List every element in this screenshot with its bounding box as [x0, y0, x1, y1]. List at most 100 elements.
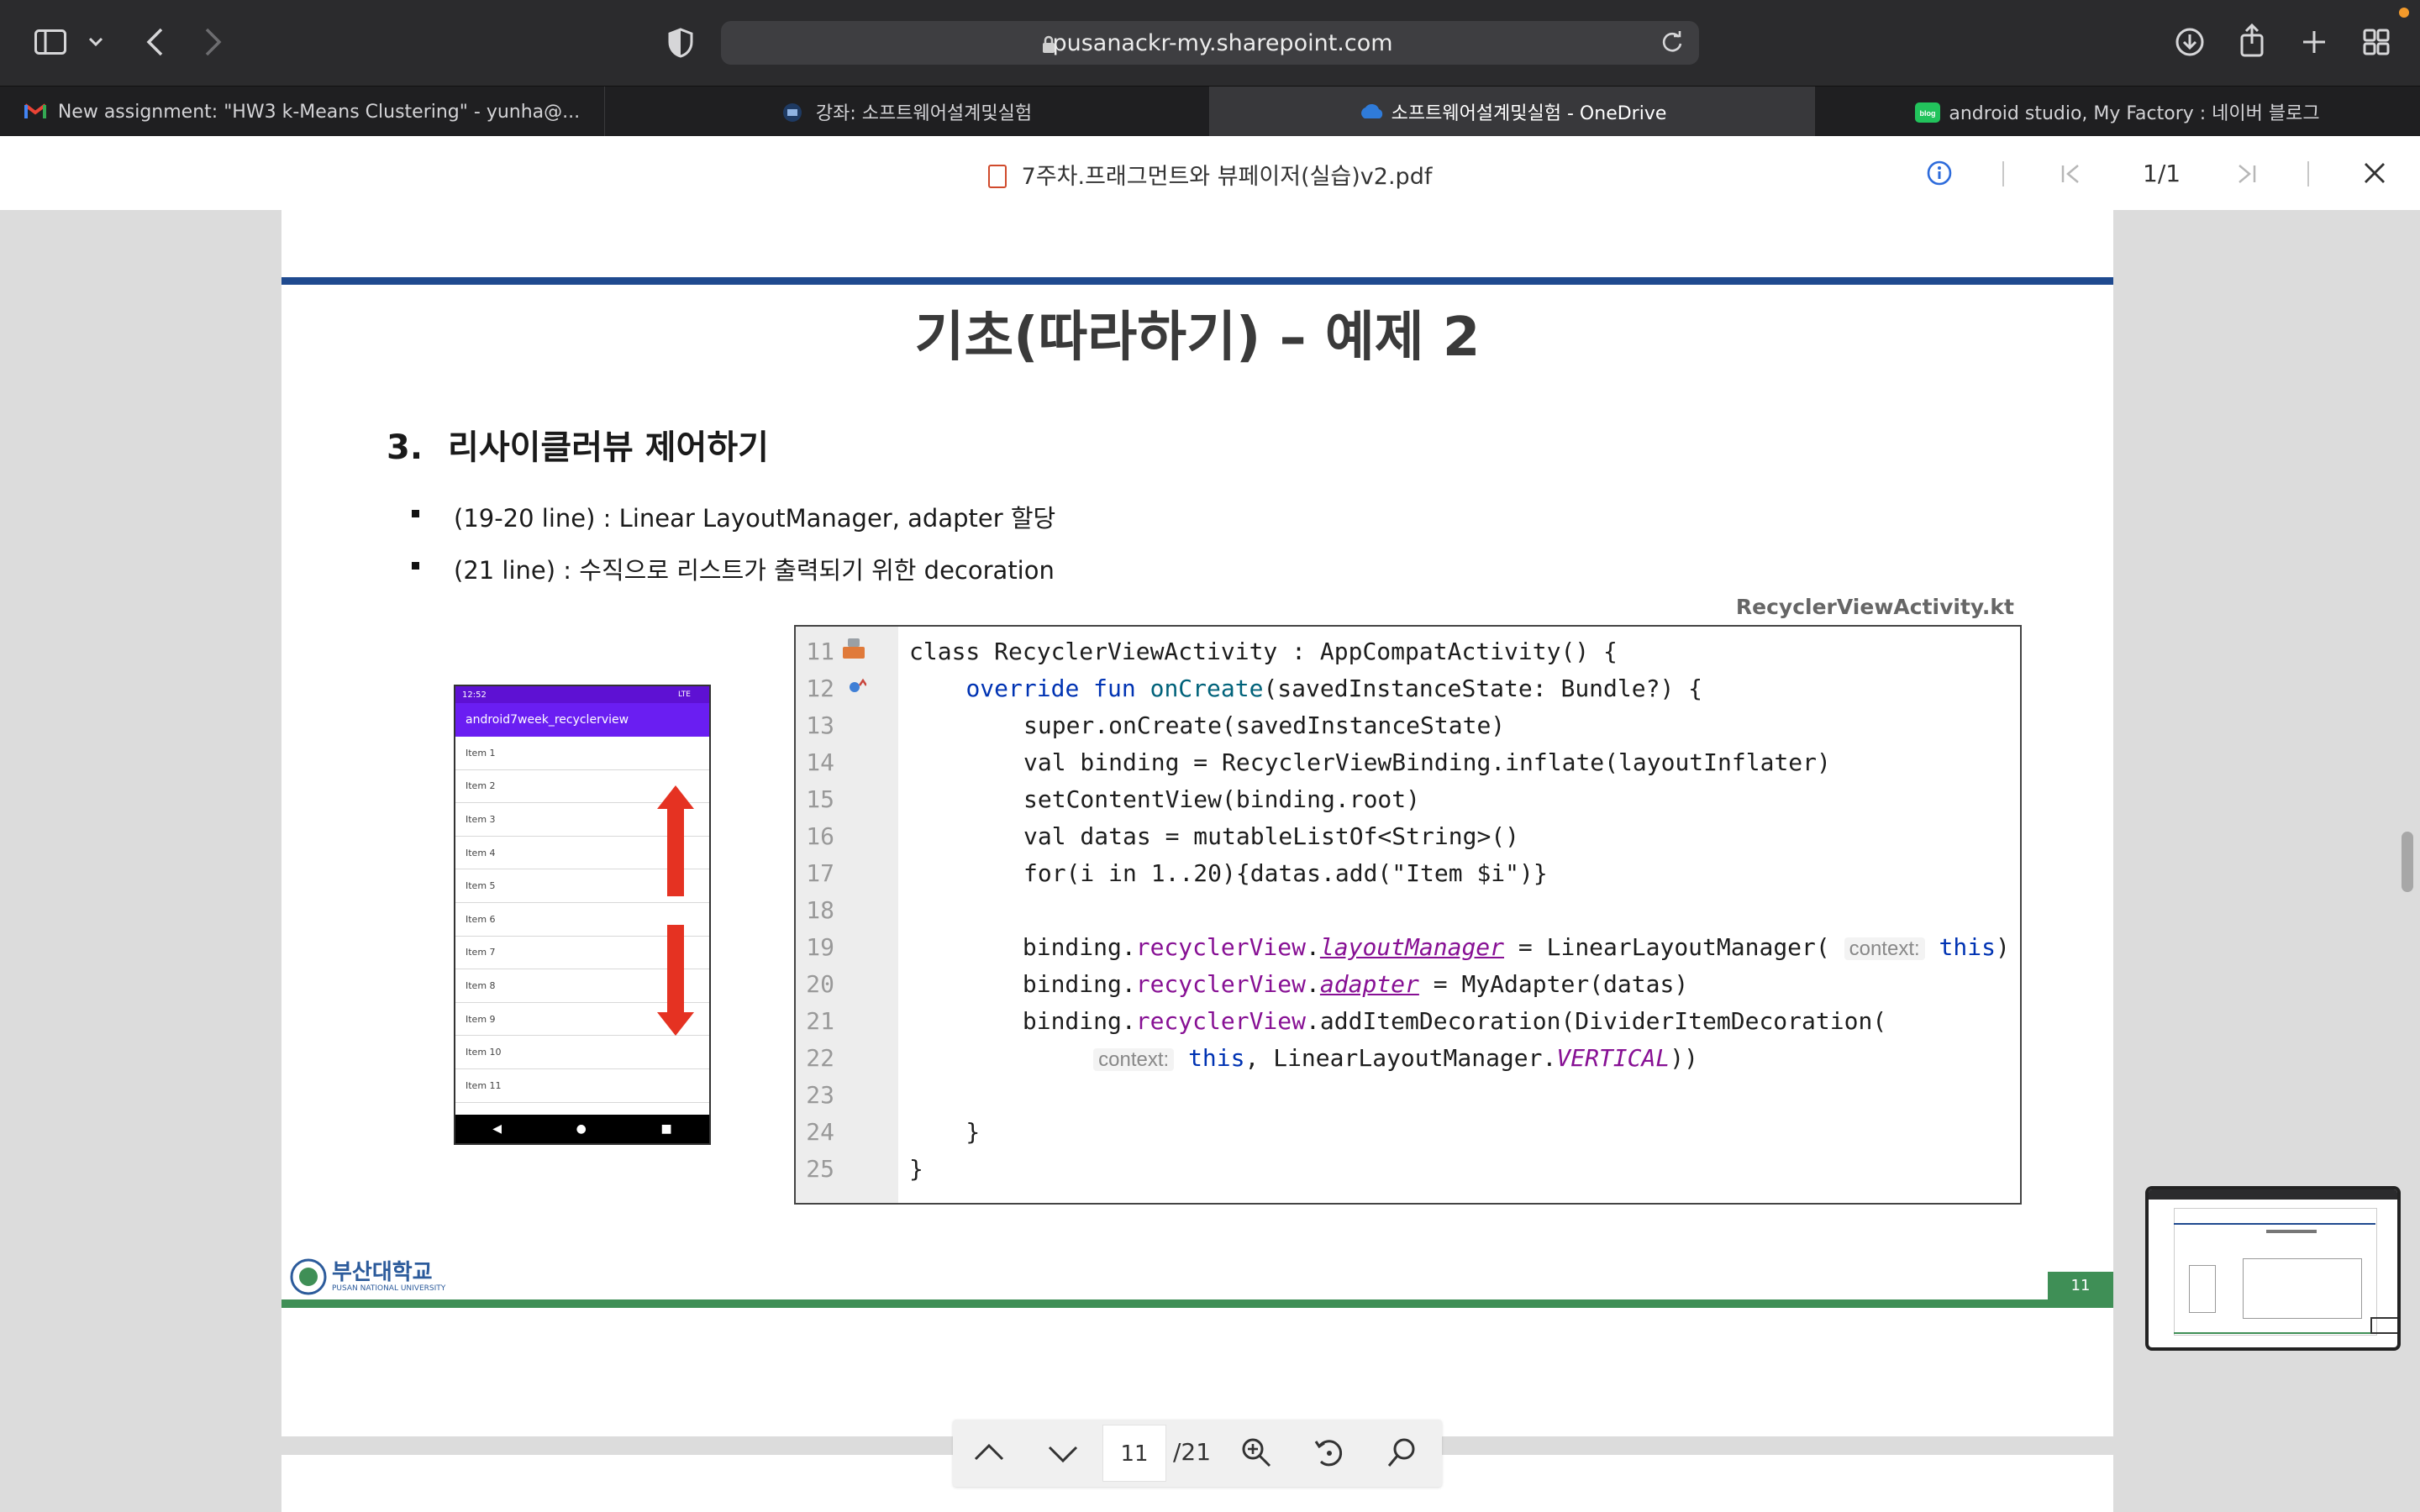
- page-indicator: 1/1: [2143, 160, 2181, 187]
- page-total: /21: [1173, 1438, 1212, 1466]
- line-number: 17: [806, 859, 834, 887]
- page-thumbnail[interactable]: [2145, 1186, 2401, 1351]
- code-text: binding.recyclerView.addItemDecoration(D…: [909, 1007, 1887, 1035]
- code-line: 11 class RecyclerViewActivity : AppCompat…: [796, 633, 2020, 670]
- url-text: pusanackr-my.sharepoint.com: [1052, 29, 1393, 56]
- tab-gmail[interactable]: New assignment: "HW3 k-Means Clustering"…: [0, 87, 605, 137]
- line-number: 19: [806, 933, 834, 961]
- previous-page-icon[interactable]: [973, 1441, 1005, 1465]
- university-seal-icon: [290, 1258, 327, 1295]
- code-line: 20 binding.recyclerView.adapter = MyAdap…: [796, 966, 2020, 1003]
- code-line: 23: [796, 1077, 2020, 1114]
- line-number: 22: [806, 1044, 834, 1072]
- line-number: 14: [806, 748, 834, 776]
- page-navigation-bar: 11 /21: [953, 1420, 1442, 1487]
- slide-title: 기초(따라하기) – 예제 2: [914, 307, 1481, 369]
- privacy-shield-icon[interactable]: [664, 25, 697, 60]
- section-heading: 3. 리사이클러뷰 제어하기: [387, 420, 769, 469]
- list-item: Item 10: [455, 1036, 709, 1069]
- code-text: super.onCreate(savedInstanceState): [1023, 711, 1506, 739]
- scroll-up-arrow-icon: [657, 785, 694, 900]
- rotate-icon[interactable]: [1313, 1436, 1346, 1473]
- search-icon[interactable]: [1386, 1436, 1418, 1472]
- list-item: Item 11: [455, 1069, 709, 1103]
- sidebar-toggle-icon[interactable]: [34, 29, 67, 55]
- pdf-viewer-area[interactable]: 기초(따라하기) – 예제 2 3. 리사이클러뷰 제어하기 (19-20 lin…: [0, 210, 2420, 1512]
- phone-app-bar: android7week_recyclerview: [455, 703, 709, 737]
- line-number: 23: [806, 1081, 834, 1109]
- code-line: 14 val binding = RecyclerViewBinding.infl…: [796, 744, 2020, 781]
- blog-icon: blog: [1915, 102, 1941, 123]
- tab-onedrive[interactable]: 소프트웨어설계및실험 - OneDrive: [1210, 87, 1815, 137]
- pdf-file-icon: [987, 165, 1007, 188]
- line-number: 20: [806, 970, 834, 998]
- list-item: Item 1: [455, 737, 709, 770]
- nav-recents-icon: ■: [660, 1122, 672, 1136]
- tab-course[interactable]: 강좌: 소프트웨어설계및실험: [605, 87, 1210, 137]
- pdf-page: 기초(따라하기) – 예제 2 3. 리사이클러뷰 제어하기 (19-20 lin…: [281, 210, 2113, 1436]
- chevron-down-icon[interactable]: [86, 32, 106, 52]
- param-hint: context:: [1093, 1048, 1175, 1071]
- pdf-file-name: 7주차.프래그먼트와 뷰페이저(실습)v2.pdf: [1021, 164, 1433, 190]
- code-line: 21 binding.recyclerView.addItemDecoratio…: [796, 1003, 2020, 1040]
- code-text: class RecyclerViewActivity : AppCompatAc…: [909, 638, 1618, 665]
- tab-bar: New assignment: "HW3 k-Means Clustering"…: [0, 86, 2420, 137]
- zoom-in-icon[interactable]: [1240, 1436, 1272, 1472]
- first-page-icon[interactable]: [2057, 160, 2086, 188]
- share-icon[interactable]: [2235, 22, 2269, 59]
- line-number: 11: [806, 638, 834, 665]
- lock-icon: [1042, 34, 1055, 60]
- svg-text:blog: blog: [1920, 109, 1936, 118]
- downloads-icon[interactable]: [2173, 25, 2207, 59]
- header-divider: [2002, 161, 2004, 186]
- new-tab-icon[interactable]: [2297, 25, 2331, 59]
- line-number: 15: [806, 785, 834, 813]
- code-line: 15 setContentView(binding.root): [796, 781, 2020, 818]
- phone-screenshot: 12:52 LTE android7week_recyclerview Item…: [454, 685, 711, 1145]
- line-number: 12: [806, 675, 834, 702]
- phone-status-bar: 12:52 LTE: [455, 686, 709, 703]
- title-rule: [281, 277, 2113, 285]
- next-page-icon[interactable]: [1047, 1445, 1079, 1468]
- forward-icon[interactable]: [198, 25, 229, 59]
- university-logo: 부산대학교 PUSAN NATIONAL UNIVERSITY: [290, 1258, 445, 1295]
- section-number: 3.: [387, 428, 424, 467]
- address-bar[interactable]: pusanackr-my.sharepoint.com: [721, 21, 1699, 65]
- last-page-icon[interactable]: [2232, 160, 2260, 188]
- info-icon[interactable]: [1924, 158, 1954, 188]
- code-text: for(i in 1..20){datas.add("Item $i")}: [1023, 859, 1548, 887]
- line-number: 21: [806, 1007, 834, 1035]
- page-number-input[interactable]: 11: [1102, 1425, 1166, 1482]
- footer-rule: [281, 1299, 2113, 1308]
- code-line: 13 super.onCreate(savedInstanceState): [796, 707, 2020, 744]
- section-title: 리사이클러뷰 제어하기: [448, 428, 769, 467]
- line-number: 16: [806, 822, 834, 850]
- phone-time: 12:52: [462, 690, 487, 700]
- tab-naver-blog[interactable]: blog android studio, My Factory : 네이버 블로…: [1815, 87, 2420, 137]
- line-number: 25: [806, 1155, 834, 1183]
- code-line: 12 override fun onCreate(savedInstanceSt…: [796, 670, 2020, 707]
- tab-title: 소프트웨어설계및실험 - OneDrive: [1391, 103, 1667, 124]
- tab-overview-icon[interactable]: [2360, 25, 2393, 59]
- code-line: 16 val datas = mutableListOf<String>(): [796, 818, 2020, 855]
- code-text: }: [909, 1118, 981, 1146]
- code-file-name: RecyclerViewActivity.kt: [1735, 595, 2014, 619]
- bullet-text: (19-20 line) : Linear LayoutManager, ada…: [454, 504, 1056, 533]
- header-divider: [2307, 161, 2309, 186]
- back-icon[interactable]: [139, 25, 170, 59]
- nav-home-icon: ●: [576, 1122, 587, 1136]
- bullet-text: (21 line) : 수직으로 리스트가 출력되기 위한 decoration: [454, 556, 1055, 585]
- university-name-ko: 부산대학교: [332, 1260, 433, 1285]
- reload-icon[interactable]: [1660, 30, 1684, 60]
- code-line: 22 context: this, LinearLayoutManager.VE…: [796, 1040, 2020, 1077]
- close-icon[interactable]: [2360, 158, 2390, 188]
- code-line: 24 }: [796, 1114, 2020, 1151]
- bullet-item: (19-20 line) : Linear LayoutManager, ada…: [412, 499, 1056, 534]
- phone-nav-bar: ◀ ● ■: [455, 1115, 709, 1143]
- vertical-scrollbar[interactable]: [2402, 832, 2413, 892]
- onedrive-cloud-icon: [1358, 102, 1382, 121]
- notification-dot: [2399, 8, 2409, 18]
- scroll-down-arrow-icon: [657, 925, 694, 1039]
- gmail-icon: [24, 102, 47, 121]
- param-hint: context:: [1844, 937, 1925, 960]
